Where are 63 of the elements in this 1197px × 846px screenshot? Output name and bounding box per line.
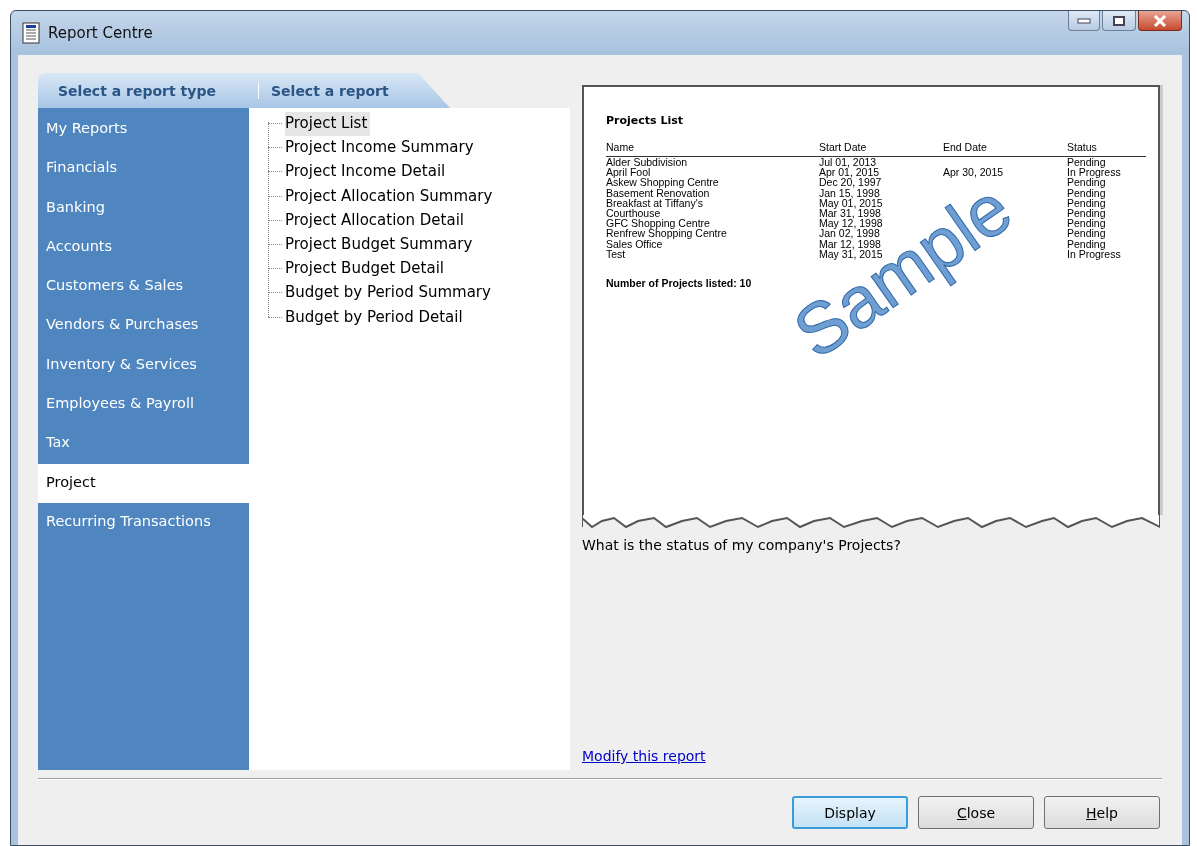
maximize-icon — [1113, 15, 1125, 26]
dialog-button[interactable]: Help — [1044, 796, 1160, 829]
close-icon — [1153, 14, 1167, 27]
report-type-item[interactable]: Employees & Payroll — [38, 385, 249, 425]
report-type-item[interactable]: Financials — [38, 149, 249, 189]
report-item[interactable]: Project Income Detail — [267, 160, 449, 185]
table-cell: Breakfast at Tiffany's — [606, 197, 819, 208]
dialog-button[interactable]: Display — [792, 796, 908, 829]
table-cell: Apr 30, 2015 — [943, 167, 1067, 178]
table-cell-text: Pending — [1067, 177, 1106, 188]
close-button[interactable] — [1138, 11, 1182, 31]
preview-title: Projects List — [606, 114, 685, 127]
report-item[interactable]: Project Budget Summary — [267, 232, 476, 258]
report-item[interactable]: Budget by Period Detail — [267, 305, 466, 330]
window-title: Report Centre — [48, 24, 154, 42]
report-type-item[interactable]: Vendors & Purchases — [38, 306, 249, 346]
table-cell: Jul 01, 2013 — [819, 156, 943, 168]
table-cell: Renfrew Shopping Centre — [606, 228, 819, 239]
table-cell: Courthouse — [606, 208, 819, 219]
report-type-item[interactable]: Customers & Sales — [38, 267, 249, 307]
table-cell: April Fool — [606, 167, 819, 178]
report-type-item[interactable]: My Reports — [38, 110, 249, 150]
table-cell: Basement Renovation — [606, 187, 819, 198]
minimize-button[interactable] — [1068, 11, 1100, 31]
report-item[interactable]: Budget by Period Summary — [267, 281, 494, 306]
report-icon — [22, 22, 40, 44]
column-header: Start Date — [819, 141, 943, 157]
report-item[interactable]: Project Income Summary — [267, 136, 477, 161]
report-type-item[interactable]: Tax — [38, 424, 249, 464]
report-type-item[interactable]: Accounts — [38, 227, 249, 268]
column-header: End Date — [943, 141, 1067, 157]
table-cell: Alder Subdivision — [606, 156, 819, 168]
table-cell: Test — [606, 248, 819, 260]
table-cell-text: Jan 15, 1998 — [819, 187, 880, 198]
table-cell-text: Pending — [1067, 218, 1107, 229]
table-cell-text: In Progress — [1067, 167, 1122, 178]
report-item[interactable]: Project Allocation Detail — [267, 208, 467, 233]
report-type-item[interactable]: Project — [38, 463, 249, 503]
table-cell-text: Pending — [1067, 238, 1107, 249]
table-cell: Pending — [1067, 156, 1146, 168]
maximize-button[interactable] — [1102, 11, 1136, 31]
report-item[interactable]: Project Allocation Summary — [267, 184, 496, 209]
table-cell: Askew Shopping Centre — [606, 177, 819, 188]
table-cell: Apr 01, 2015 — [819, 167, 943, 178]
report-type-item[interactable]: Inventory & Services — [38, 345, 249, 386]
minimize-icon — [1077, 17, 1091, 24]
table-cell-text: Pending — [1067, 228, 1107, 239]
column-header: Name — [606, 141, 819, 157]
report-item[interactable]: Project Budget Detail — [267, 257, 447, 282]
report-type-item[interactable]: Banking — [38, 188, 249, 228]
report-description: What is the status of my company's Projects? — [582, 537, 902, 553]
table-cell: GFC Shopping Centre — [606, 218, 819, 229]
table-cell-text: Dec 20, 1997 — [819, 177, 883, 188]
table-cell: Sales Office — [606, 238, 819, 249]
dialog-button[interactable]: Close — [918, 796, 1034, 829]
report-item[interactable]: Project List — [267, 112, 371, 137]
modify-report-link[interactable]: Modify this report — [582, 748, 706, 764]
tab-heading: Select a report — [270, 82, 390, 99]
column-header: Status — [1067, 141, 1146, 157]
report-type-item[interactable]: Recurring Transactions — [38, 502, 249, 543]
table-cell-text: Pending — [1067, 208, 1107, 219]
tab-heading: Select a report type — [38, 82, 259, 99]
table-cell-text: Pending — [1067, 187, 1107, 198]
